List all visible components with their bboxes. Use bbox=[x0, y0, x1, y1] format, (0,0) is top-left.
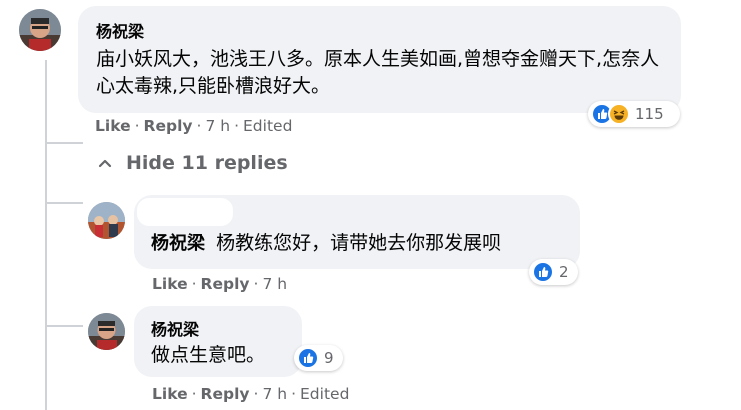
reply-author[interactable]: 杨祝梁 bbox=[151, 233, 205, 254]
reply-actions: Like · Reply · 7 h · Edited bbox=[152, 385, 350, 403]
comment-actions: Like · Reply · 7 h · Edited bbox=[95, 117, 293, 135]
timestamp[interactable]: 7 h bbox=[205, 117, 230, 135]
reply-text: 做点生意吧。 bbox=[151, 344, 266, 366]
reaction-summary[interactable]: 9 bbox=[294, 345, 343, 371]
reply-bubble: 杨祝梁 杨教练您好，请带她去你那发展呗 bbox=[134, 195, 580, 269]
reply-button[interactable]: Reply bbox=[144, 117, 193, 135]
reply-actions: Like · Reply · 7 h bbox=[152, 275, 288, 293]
reply-author[interactable]: 杨祝梁 bbox=[151, 316, 288, 340]
reply-button[interactable]: Reply bbox=[201, 385, 250, 403]
edited-label: Edited bbox=[300, 385, 350, 403]
thread-line-branch bbox=[45, 142, 83, 144]
hide-replies-button[interactable]: Hide 11 replies bbox=[98, 152, 288, 174]
like-icon bbox=[297, 347, 319, 369]
avatar[interactable] bbox=[19, 9, 61, 51]
avatar-image bbox=[88, 202, 125, 239]
chevron-up-icon bbox=[98, 159, 112, 168]
avatar[interactable] bbox=[88, 202, 125, 239]
like-button[interactable]: Like bbox=[152, 385, 188, 403]
avatar-image bbox=[88, 313, 125, 350]
reaction-count: 2 bbox=[559, 263, 569, 281]
thread-line-branch bbox=[45, 202, 83, 204]
avatar-image bbox=[19, 9, 61, 51]
reply-text: 杨教练您好，请带她去你那发展呗 bbox=[216, 232, 502, 254]
like-button[interactable]: Like bbox=[95, 117, 131, 135]
haha-icon bbox=[608, 103, 630, 125]
edited-label: Edited bbox=[243, 117, 293, 135]
reaction-summary[interactable]: 115 bbox=[588, 101, 680, 127]
reply-button[interactable]: Reply bbox=[201, 275, 250, 293]
comment-thread: 杨祝梁 庙小妖风大，池浅王八多。原本人生美如画,曾想夺金赠天下,怎奈人心太毒辣,… bbox=[0, 0, 741, 410]
reaction-count: 115 bbox=[635, 105, 664, 123]
thread-line-main bbox=[45, 60, 47, 410]
timestamp[interactable]: 7 h bbox=[262, 275, 287, 293]
reaction-count: 9 bbox=[324, 349, 334, 367]
thread-line-branch bbox=[45, 325, 83, 327]
reply-bubble: 杨祝梁 做点生意吧。 bbox=[134, 306, 302, 377]
hide-replies-label: Hide 11 replies bbox=[126, 152, 288, 174]
mention-chip bbox=[137, 198, 233, 226]
comment-bubble: 杨祝梁 庙小妖风大，池浅王八多。原本人生美如画,曾想夺金赠天下,怎奈人心太毒辣,… bbox=[78, 6, 681, 113]
avatar[interactable] bbox=[88, 313, 125, 350]
comment-author[interactable]: 杨祝梁 bbox=[96, 18, 667, 42]
like-icon bbox=[532, 261, 554, 283]
timestamp[interactable]: 7 h bbox=[262, 385, 287, 403]
like-button[interactable]: Like bbox=[152, 275, 188, 293]
comment-text: 庙小妖风大，池浅王八多。原本人生美如画,曾想夺金赠天下,怎奈人心太毒辣,只能卧槽… bbox=[96, 48, 660, 97]
reaction-summary[interactable]: 2 bbox=[529, 259, 578, 285]
